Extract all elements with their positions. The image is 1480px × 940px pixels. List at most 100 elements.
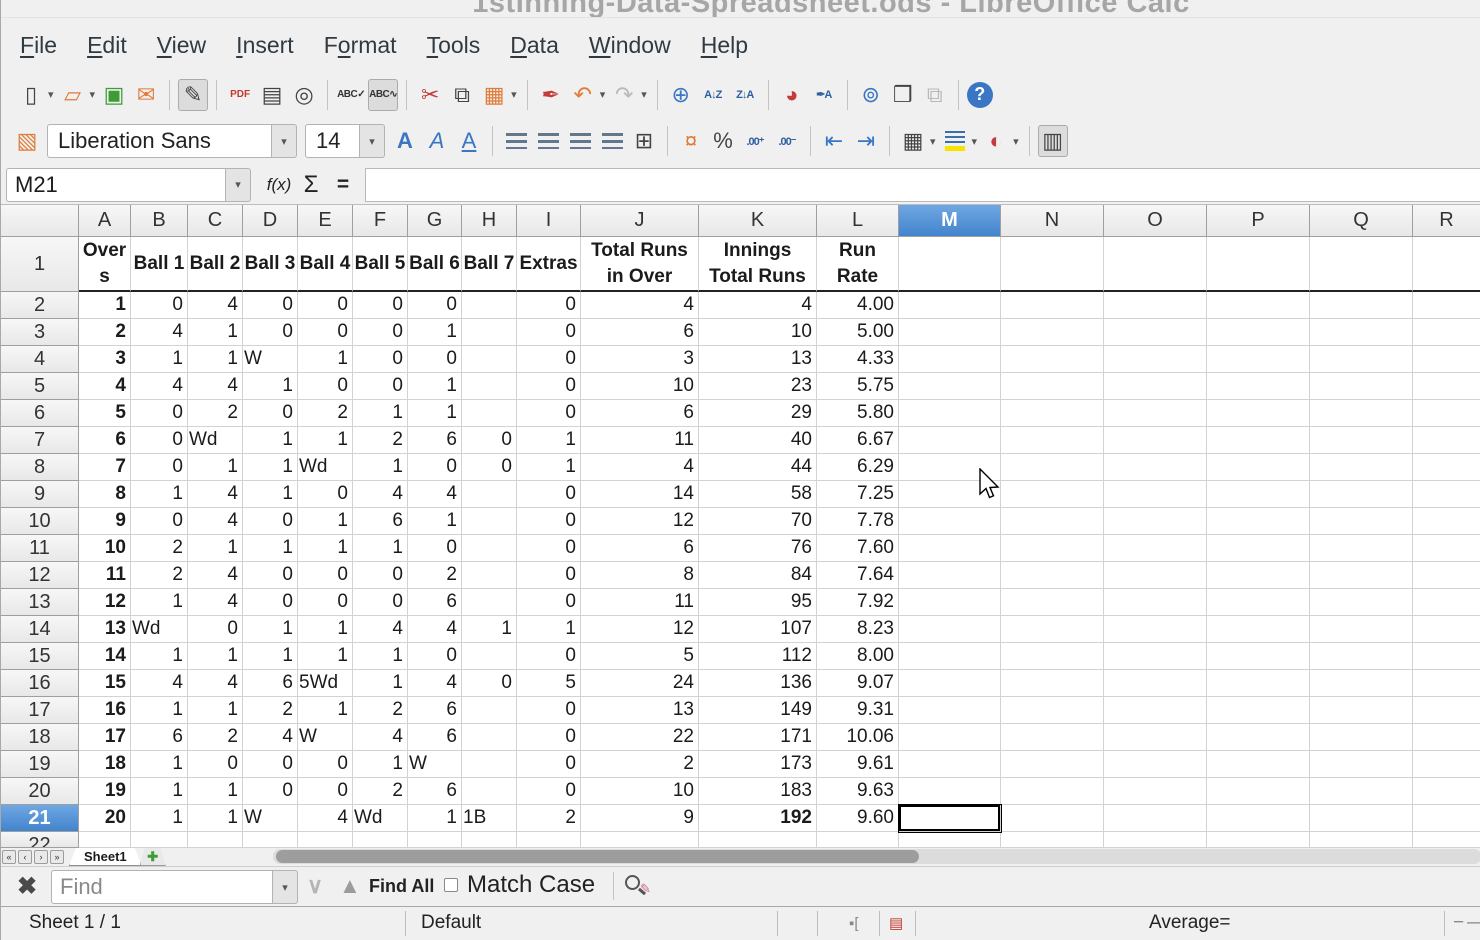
cell-B22[interactable] xyxy=(131,832,188,848)
cell-K15[interactable]: 112 xyxy=(699,643,817,670)
cell-L9[interactable]: 7.25 xyxy=(817,481,899,508)
cell-Q8[interactable] xyxy=(1310,454,1413,481)
cell-A5[interactable]: 4 xyxy=(79,373,131,400)
cell-C12[interactable]: 4 xyxy=(188,562,243,589)
cell-F6[interactable]: 1 xyxy=(353,400,408,427)
cell-G7[interactable]: 6 xyxy=(408,427,462,454)
cell-F14[interactable]: 4 xyxy=(353,616,408,643)
cell-H1[interactable]: Ball 7 xyxy=(462,237,517,292)
cell-A19[interactable]: 18 xyxy=(79,751,131,778)
print-icon[interactable]: ▤ xyxy=(257,79,287,111)
name-box-dropdown-icon[interactable]: ▾ xyxy=(226,168,251,202)
cell-I11[interactable]: 0 xyxy=(517,535,581,562)
menu-view[interactable]: View xyxy=(142,24,221,67)
cell-R6[interactable] xyxy=(1413,400,1480,427)
delete-decimal-icon[interactable]: .00⁻ xyxy=(772,125,802,157)
cell-P13[interactable] xyxy=(1207,589,1310,616)
cell-P12[interactable] xyxy=(1207,562,1310,589)
cell-R18[interactable] xyxy=(1413,724,1480,751)
cell-P20[interactable] xyxy=(1207,778,1310,805)
cell-J20[interactable]: 10 xyxy=(581,778,699,805)
close-find-bar-icon[interactable]: ✖ xyxy=(17,872,37,901)
cell-E17[interactable]: 1 xyxy=(298,697,353,724)
cell-N3[interactable] xyxy=(1001,319,1104,346)
cell-M11[interactable] xyxy=(899,535,1001,562)
cell-P16[interactable] xyxy=(1207,670,1310,697)
cell-D11[interactable]: 1 xyxy=(243,535,298,562)
background-color-dropdown-icon[interactable]: ▾ xyxy=(972,135,978,148)
cut-icon[interactable]: ✂ xyxy=(415,79,445,111)
cell-P14[interactable] xyxy=(1207,616,1310,643)
cell-N8[interactable] xyxy=(1001,454,1104,481)
cell-I19[interactable]: 0 xyxy=(517,751,581,778)
underline-icon[interactable]: A xyxy=(454,125,484,157)
cell-H3[interactable] xyxy=(462,319,517,346)
sum-icon[interactable]: Σ xyxy=(295,169,327,201)
cell-I17[interactable]: 0 xyxy=(517,697,581,724)
cell-C19[interactable]: 0 xyxy=(188,751,243,778)
add-sheet-icon[interactable]: ✚ xyxy=(140,848,166,866)
cell-F1[interactable]: Ball 5 xyxy=(353,237,408,292)
cell-M22[interactable] xyxy=(899,832,1001,848)
cell-I6[interactable]: 0 xyxy=(517,400,581,427)
column-header-B[interactable]: B xyxy=(131,205,188,237)
cell-J13[interactable]: 11 xyxy=(581,589,699,616)
cell-O9[interactable] xyxy=(1104,481,1207,508)
cell-A11[interactable]: 10 xyxy=(79,535,131,562)
cell-R3[interactable] xyxy=(1413,319,1480,346)
cell-C13[interactable]: 4 xyxy=(188,589,243,616)
cell-C11[interactable]: 1 xyxy=(188,535,243,562)
cell-K2[interactable]: 4 xyxy=(699,292,817,319)
row-header-7[interactable]: 7 xyxy=(1,427,79,454)
column-header-A[interactable]: A xyxy=(79,205,131,237)
cell-G4[interactable]: 0 xyxy=(408,346,462,373)
document-modified-icon[interactable]: ▤ xyxy=(889,914,903,932)
cell-H4[interactable] xyxy=(462,346,517,373)
cell-K20[interactable]: 183 xyxy=(699,778,817,805)
cell-L1[interactable]: Run Rate xyxy=(817,237,899,292)
column-header-P[interactable]: P xyxy=(1207,205,1310,237)
undo-dropdown-icon[interactable]: ▾ xyxy=(600,88,606,101)
column-header-F[interactable]: F xyxy=(353,205,408,237)
font-size-combo[interactable]: 14 ▾ xyxy=(305,124,385,158)
cell-G1[interactable]: Ball 6 xyxy=(408,237,462,292)
cell-M15[interactable] xyxy=(899,643,1001,670)
cell-H6[interactable] xyxy=(462,400,517,427)
cell-L17[interactable]: 9.31 xyxy=(817,697,899,724)
edit-mode-icon[interactable]: ✎ xyxy=(178,79,208,111)
cell-L14[interactable]: 8.23 xyxy=(817,616,899,643)
cell-C7[interactable]: Wd xyxy=(188,427,243,454)
cell-K22[interactable] xyxy=(699,832,817,848)
cell-F3[interactable]: 0 xyxy=(353,319,408,346)
menu-edit[interactable]: Edit xyxy=(72,24,142,67)
cell-C22[interactable] xyxy=(188,832,243,848)
cell-M7[interactable] xyxy=(899,427,1001,454)
cell-A16[interactable]: 15 xyxy=(79,670,131,697)
cell-Q20[interactable] xyxy=(1310,778,1413,805)
cell-I5[interactable]: 0 xyxy=(517,373,581,400)
font-size-dropdown-icon[interactable]: ▾ xyxy=(360,124,385,158)
cell-J7[interactable]: 11 xyxy=(581,427,699,454)
cell-K3[interactable]: 10 xyxy=(699,319,817,346)
sidebar-icon[interactable]: ▥ xyxy=(1038,125,1068,157)
cell-E20[interactable]: 0 xyxy=(298,778,353,805)
cell-B13[interactable]: 1 xyxy=(131,589,188,616)
new-document-dropdown-icon[interactable]: ▾ xyxy=(48,88,54,101)
row-header-8[interactable]: 8 xyxy=(1,454,79,481)
cell-E2[interactable]: 0 xyxy=(298,292,353,319)
cell-F12[interactable]: 0 xyxy=(353,562,408,589)
cell-N10[interactable] xyxy=(1001,508,1104,535)
cell-K12[interactable]: 84 xyxy=(699,562,817,589)
cell-H7[interactable]: 0 xyxy=(462,427,517,454)
cell-O4[interactable] xyxy=(1104,346,1207,373)
cell-L2[interactable]: 4.00 xyxy=(817,292,899,319)
cell-M16[interactable] xyxy=(899,670,1001,697)
cell-O21[interactable] xyxy=(1104,805,1207,832)
cell-O7[interactable] xyxy=(1104,427,1207,454)
cell-N4[interactable] xyxy=(1001,346,1104,373)
cell-G12[interactable]: 2 xyxy=(408,562,462,589)
save-icon[interactable]: ▣ xyxy=(99,79,129,111)
cell-R19[interactable] xyxy=(1413,751,1480,778)
cell-P17[interactable] xyxy=(1207,697,1310,724)
cell-L15[interactable]: 8.00 xyxy=(817,643,899,670)
